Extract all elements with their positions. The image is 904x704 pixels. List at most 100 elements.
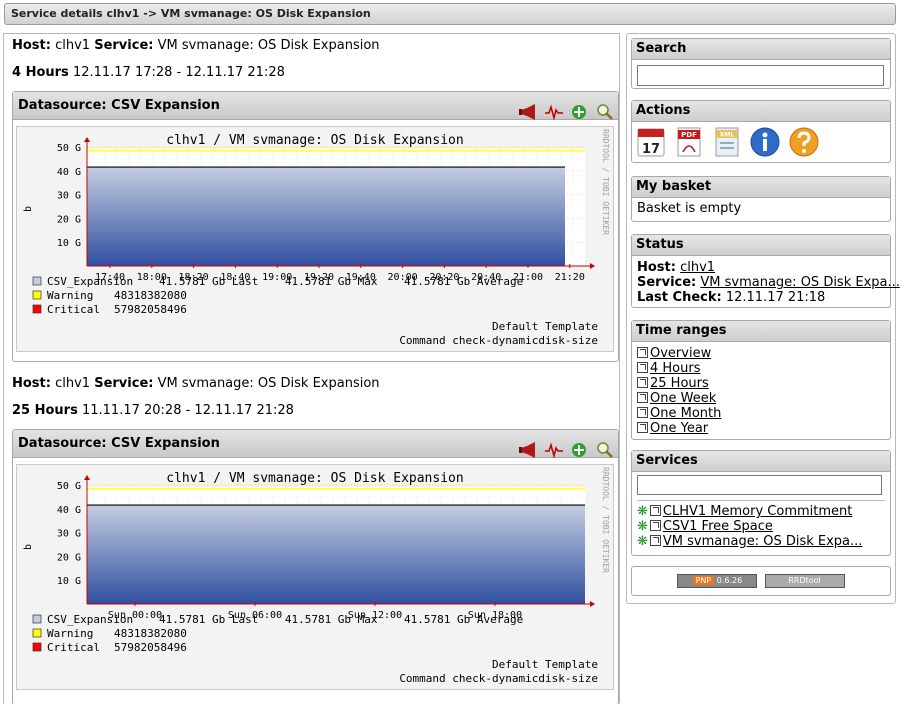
status-service-link[interactable]: VM svmanage: OS Disk Expa... [700,275,900,290]
y-tick-label: 50 G [57,481,81,492]
range-value: 12.11.17 17:28 - 12.11.17 21:28 [72,65,285,80]
service-label: Service: [94,38,154,53]
legend-values: 48318382080 [114,627,187,640]
time-range-one-year[interactable]: One Year [637,421,885,436]
legend-name: CSV_Expansion [47,613,133,626]
datasource-title: Datasource: CSV Expansion [18,436,220,451]
pulse-graph-icon[interactable] [544,441,563,459]
time-range-one-week[interactable]: One Week [637,391,885,406]
service-item[interactable]: ❋ CSV1 Free Space [637,519,885,534]
pnp-badge[interactable]: PNP 0.6.26 [677,573,758,588]
external-link-icon [649,520,661,531]
y-axis-label: b [23,544,34,550]
service-item[interactable]: ❋ VM svmanage: OS Disk Expa... [637,534,885,549]
x-tick-label: 21:20 [555,272,585,283]
y-axis-arrow [84,137,90,142]
time-ranges-panel: Time ranges Overview 4 Hours 25 Hours On… [631,320,891,440]
calendar-icon[interactable]: 17 [635,126,667,158]
tree-node-icon: ❋ [637,504,648,519]
info-icon[interactable] [749,126,781,158]
rrdtool-watermark: RRDTOOL / TOBI OETIKER [601,129,610,235]
x-axis-arrow [590,601,595,607]
y-tick-label: 10 G [57,238,81,249]
legend-values: 41.5781 Gb Last 41.5781 Gb Max 41.5781 G… [159,275,523,288]
y-tick-label: 20 G [57,552,81,563]
range-label: 4 Hours [12,65,69,80]
time-range-25-hours[interactable]: 25 Hours [637,376,885,391]
external-link-icon [637,422,648,433]
range-value: 11.11.17 20:28 - 12.11.17 21:28 [81,403,294,418]
series-area [87,505,585,604]
legend-name: Critical [47,303,100,316]
host-value: clhv1 [55,376,91,391]
y-tick-label: 40 G [57,505,81,516]
external-link-icon [637,377,648,388]
search-input[interactable] [637,65,884,86]
rrdtool-badge[interactable]: RRDtool [764,573,845,588]
external-link-icon [637,362,648,373]
pdf-icon[interactable]: PDF [673,126,705,158]
status-panel: Status Host: clhv1 Service: VM svmanage:… [631,234,900,308]
time-range-overview[interactable]: Overview [637,346,885,361]
status-host-label: Host: [637,260,676,275]
megaphone-icon[interactable] [519,103,537,120]
service-value: VM svmanage: OS Disk Expansion [157,38,380,53]
series-area [87,167,565,266]
graph-image[interactable]: clhv1 / VM svmanage: OS Disk Expansion 50… [16,126,614,352]
datasource-panel: Datasource: CSV Expansion clhv1 / VM svm… [12,429,619,704]
search-panel-title: Search [632,39,890,60]
y-tick-label: 30 G [57,191,81,202]
time-range-4-hours[interactable]: 4 Hours [637,361,885,376]
datasource-header: Datasource: CSV Expansion [13,430,618,459]
actions-panel-title: Actions [632,101,890,122]
service-label: Service: [94,376,154,391]
external-link-icon [637,347,648,358]
service-item[interactable]: ❋ CLHV1 Memory Commitment [637,504,885,519]
legend-swatch [32,276,42,286]
pulse-graph-icon[interactable] [544,103,563,121]
services-panel: Services ❋ CLHV1 Memory Commitment ❋ CSV1 … [631,450,891,556]
template-label: Default Template [492,320,598,333]
basket-panel: My basket Basket is empty [631,176,891,222]
graph-title: clhv1 / VM svmanage: OS Disk Expansion [166,471,463,486]
legend-name: Warning [47,289,93,302]
y-tick-label: 10 G [57,576,81,587]
add-to-basket-icon[interactable] [570,441,588,457]
status-service-label: Service: [637,275,697,290]
help-icon[interactable] [788,126,820,158]
legend-swatch [32,304,42,314]
tree-node-icon: ❋ [637,534,648,549]
add-to-basket-icon[interactable] [570,103,588,119]
x-axis-arrow [590,263,595,269]
host-service-line: Host: clhv1 Service: VM svmanage: OS Dis… [12,376,380,391]
host-value: clhv1 [55,38,91,53]
megaphone-icon[interactable] [519,441,537,458]
graph-title: clhv1 / VM svmanage: OS Disk Expansion [166,133,463,148]
y-axis-label: b [23,206,34,212]
y-tick-label: 20 G [57,214,81,225]
main-content: Host: clhv1 Service: VM svmanage: OS Dis… [3,33,620,704]
legend-swatch [32,628,42,638]
status-host-link[interactable]: clhv1 [680,260,715,275]
legend-values: 57982058496 [114,303,187,316]
external-link-icon [649,505,661,516]
graph-image[interactable]: clhv1 / VM svmanage: OS Disk Expansion 50… [16,464,614,690]
xml-icon[interactable]: XML [711,126,743,158]
zoom-icon[interactable] [596,103,614,120]
services-title: Services [632,451,890,472]
host-label: Host: [12,38,51,53]
service-value: VM svmanage: OS Disk Expansion [157,376,380,391]
range-label: 25 Hours [12,403,78,418]
services-filter-input[interactable] [637,475,882,495]
badges-panel: PNP 0.6.26 RRDtool [631,566,891,596]
command-label: Command check-dynamicdisk-size [399,334,598,347]
time-range-one-month[interactable]: One Month [637,406,885,421]
external-link-icon [637,407,648,418]
calendar-day: 17 [642,142,660,157]
legend-name: Critical [47,641,100,654]
page-title: Service details clhv1 -> VM svmanage: OS… [11,7,371,20]
status-lastcheck-label: Last Check: [637,290,722,305]
legend-values: 48318382080 [114,289,187,302]
legend-values: 41.5781 Gb Last 41.5781 Gb Max 41.5781 G… [159,613,523,626]
zoom-icon[interactable] [596,441,614,458]
